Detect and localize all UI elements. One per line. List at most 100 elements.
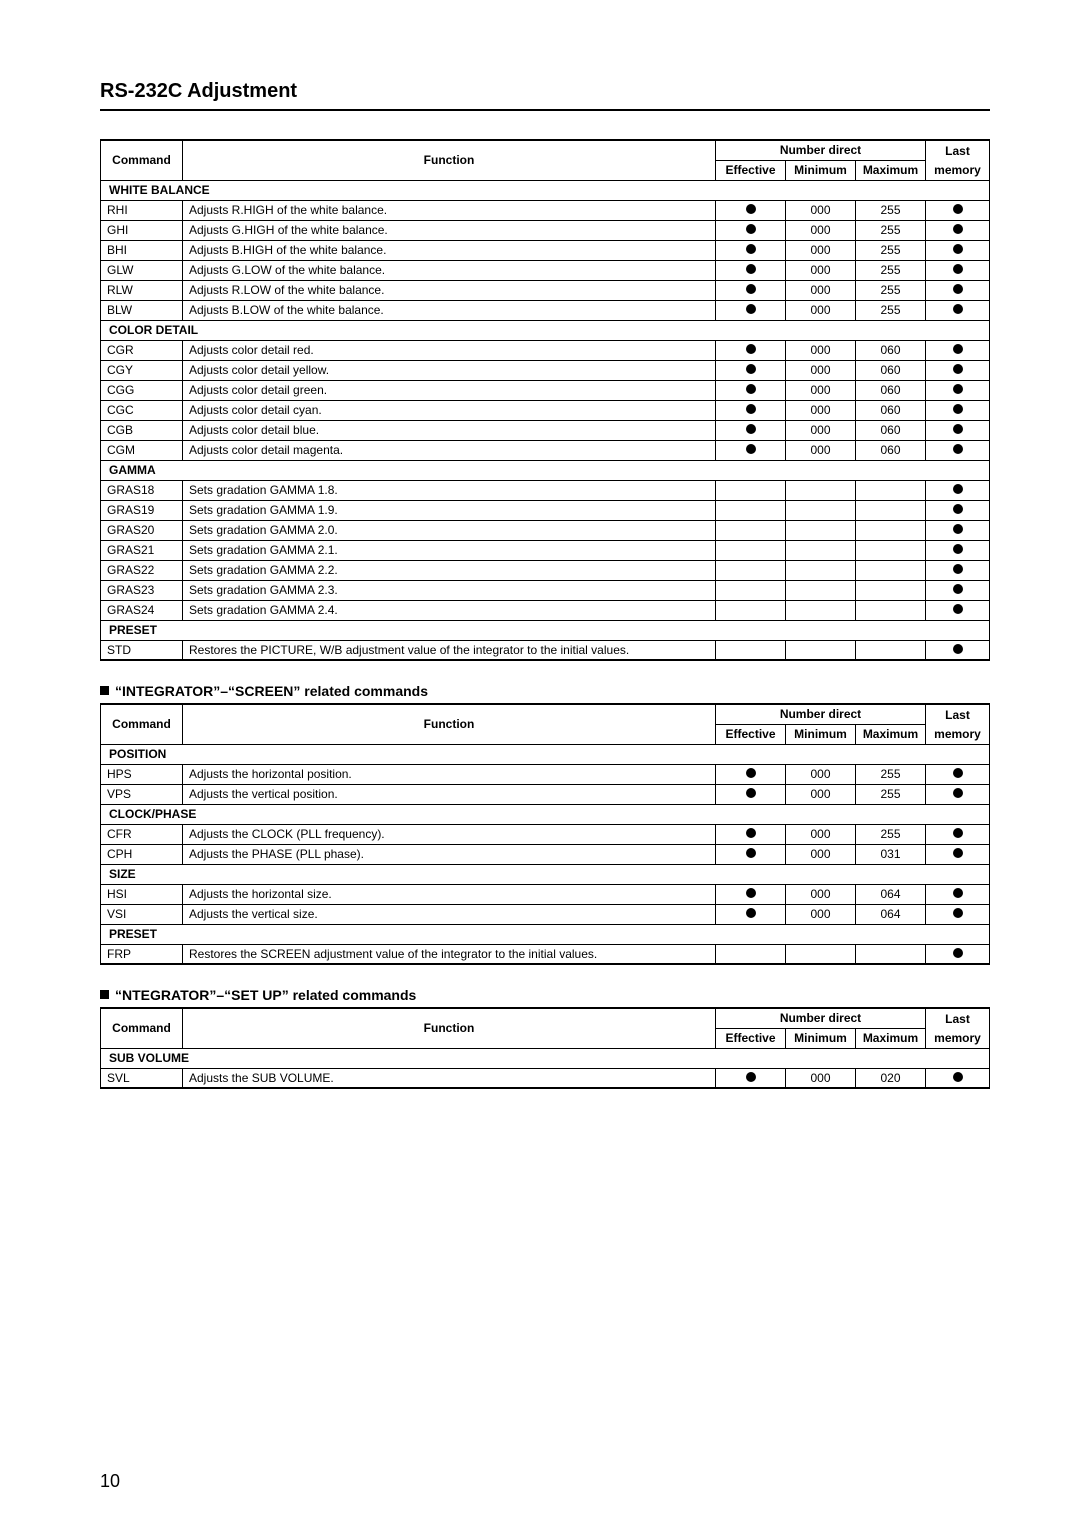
- bullet-icon: [746, 888, 756, 898]
- cell-command: CGY: [101, 360, 183, 380]
- cell-minimum: 000: [786, 824, 856, 844]
- table-row: VSIAdjusts the vertical size.000064: [101, 904, 990, 924]
- cell-maximum: 060: [856, 380, 926, 400]
- cell-effective: [716, 420, 786, 440]
- header-command: Command: [101, 1008, 183, 1048]
- cell-effective: [716, 340, 786, 360]
- cell-function: Adjusts color detail magenta.: [183, 440, 716, 460]
- cell-maximum: 060: [856, 440, 926, 460]
- cell-effective: [716, 360, 786, 380]
- page-title: RS-232C Adjustment: [100, 80, 990, 103]
- cell-function: Adjusts G.HIGH of the white balance.: [183, 220, 716, 240]
- table-row: CGBAdjusts color detail blue.000060: [101, 420, 990, 440]
- title-rule: [100, 109, 990, 111]
- cell-maximum: [856, 480, 926, 500]
- header-maximum: Maximum: [856, 1028, 926, 1048]
- cell-maximum: [856, 640, 926, 660]
- header-command: Command: [101, 704, 183, 744]
- cell-last-memory: [926, 440, 990, 460]
- header-function: Function: [183, 704, 716, 744]
- bullet-icon: [953, 564, 963, 574]
- cell-effective: [716, 540, 786, 560]
- header-effective: Effective: [716, 1028, 786, 1048]
- bullet-icon: [953, 948, 963, 958]
- header-last: Last: [926, 1008, 990, 1028]
- cell-minimum: [786, 580, 856, 600]
- header-maximum: Maximum: [856, 160, 926, 180]
- bullet-icon: [953, 888, 963, 898]
- cell-last-memory: [926, 420, 990, 440]
- cell-last-memory: [926, 904, 990, 924]
- cell-last-memory: [926, 380, 990, 400]
- bullet-icon: [953, 484, 963, 494]
- cell-maximum: [856, 944, 926, 964]
- cell-command: RHI: [101, 200, 183, 220]
- bullet-icon: [953, 788, 963, 798]
- bullet-icon: [746, 1072, 756, 1082]
- section-heading: “NTEGRATOR”–“SET UP” related commands: [100, 987, 990, 1003]
- cell-command: VSI: [101, 904, 183, 924]
- cell-last-memory: [926, 500, 990, 520]
- bullet-icon: [746, 444, 756, 454]
- cell-command: GRAS19: [101, 500, 183, 520]
- bullet-icon: [746, 384, 756, 394]
- header-number-direct: Number direct: [716, 704, 926, 724]
- cell-command: GRAS24: [101, 600, 183, 620]
- command-table: CommandFunctionNumber directLastEffectiv…: [100, 703, 990, 965]
- cell-effective: [716, 944, 786, 964]
- header-memory: memory: [926, 1028, 990, 1048]
- cell-function: Sets gradation GAMMA 1.9.: [183, 500, 716, 520]
- cell-minimum: 000: [786, 220, 856, 240]
- header-last: Last: [926, 140, 990, 160]
- cell-maximum: 060: [856, 400, 926, 420]
- cell-last-memory: [926, 844, 990, 864]
- bullet-icon: [746, 244, 756, 254]
- cell-command: CFR: [101, 824, 183, 844]
- cell-function: Adjusts the horizontal position.: [183, 764, 716, 784]
- cell-maximum: [856, 500, 926, 520]
- table-row: FRPRestores the SCREEN adjustment value …: [101, 944, 990, 964]
- cell-command: GRAS21: [101, 540, 183, 560]
- table-section-row: SIZE: [101, 864, 990, 884]
- table-row: HPSAdjusts the horizontal position.00025…: [101, 764, 990, 784]
- cell-command: GRAS18: [101, 480, 183, 500]
- bullet-icon: [953, 828, 963, 838]
- table-row: CGRAdjusts color detail red.000060: [101, 340, 990, 360]
- bullet-icon: [953, 644, 963, 654]
- cell-minimum: [786, 944, 856, 964]
- table-row: BLWAdjusts B.LOW of the white balance.00…: [101, 300, 990, 320]
- cell-command: GRAS22: [101, 560, 183, 580]
- cell-command: CGB: [101, 420, 183, 440]
- cell-last-memory: [926, 824, 990, 844]
- cell-last-memory: [926, 944, 990, 964]
- cell-command: CGM: [101, 440, 183, 460]
- group-title: PRESET: [101, 924, 990, 944]
- cell-last-memory: [926, 884, 990, 904]
- cell-minimum: 000: [786, 904, 856, 924]
- cell-last-memory: [926, 340, 990, 360]
- cell-function: Adjusts G.LOW of the white balance.: [183, 260, 716, 280]
- cell-function: Adjusts color detail green.: [183, 380, 716, 400]
- group-title: COLOR DETAIL: [101, 320, 990, 340]
- cell-minimum: 000: [786, 300, 856, 320]
- command-table: CommandFunctionNumber directLastEffectiv…: [100, 1007, 990, 1089]
- cell-minimum: 000: [786, 440, 856, 460]
- cell-minimum: 000: [786, 844, 856, 864]
- group-title: SUB VOLUME: [101, 1048, 990, 1068]
- cell-maximum: 255: [856, 824, 926, 844]
- cell-minimum: 000: [786, 340, 856, 360]
- cell-function: Adjusts R.LOW of the white balance.: [183, 280, 716, 300]
- table-row: CPHAdjusts the PHASE (PLL phase).000031: [101, 844, 990, 864]
- cell-effective: [716, 240, 786, 260]
- cell-last-memory: [926, 260, 990, 280]
- cell-function: Adjusts R.HIGH of the white balance.: [183, 200, 716, 220]
- cell-effective: [716, 500, 786, 520]
- group-title: WHITE BALANCE: [101, 180, 990, 200]
- cell-maximum: 255: [856, 784, 926, 804]
- cell-maximum: 060: [856, 340, 926, 360]
- bullet-icon: [953, 444, 963, 454]
- table-row: GRAS23Sets gradation GAMMA 2.3.: [101, 580, 990, 600]
- table-section-row: COLOR DETAIL: [101, 320, 990, 340]
- cell-last-memory: [926, 200, 990, 220]
- cell-minimum: 000: [786, 380, 856, 400]
